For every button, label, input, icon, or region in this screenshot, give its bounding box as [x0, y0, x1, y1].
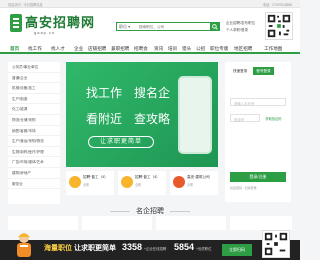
search-button[interactable] [210, 22, 220, 31]
jobseeker-link[interactable]: 个人求职/登录 [226, 28, 255, 33]
nav-item-public[interactable]: 公招 [196, 46, 205, 52]
promo-qr-code-icon [262, 230, 290, 258]
logo-domain: gaap.cn [34, 30, 56, 35]
nav-item-news[interactable]: 资讯 [154, 46, 163, 52]
job-card[interactable]: 招聘·普工（4） 全职 [66, 171, 114, 195]
category-item[interactable]: 化工/能源 [8, 104, 60, 115]
company-logo-icon [121, 176, 133, 188]
promo-bar: 海量职位 让求职更简单 3358 +企业在线招聘 5854 +优质职位 立即扫码 [0, 230, 300, 260]
phone-illustration-icon [178, 76, 212, 154]
job-card-title: 招聘·普工（4） [135, 175, 160, 179]
job-card-tag: 全职 [187, 183, 194, 187]
company-tile[interactable] [230, 216, 292, 230]
tab-quick-login[interactable]: 快速登录 [230, 67, 250, 75]
category-item[interactable]: 生产/制造 [8, 94, 60, 105]
stat-jobs-unit: +优质职位 [196, 247, 212, 251]
category-item[interactable]: 物流/仓储/采购 [8, 115, 60, 126]
category-sidebar: 公务员/事业单位 普通/企业 机械/设备/技工 生产/制造 化工/能源 物流/仓… [8, 62, 60, 204]
company-tile[interactable] [156, 216, 226, 230]
category-item[interactable]: 广告/市场/媒体/艺术 [8, 157, 60, 168]
employer-link[interactable]: 企业招聘/发布职位 [226, 21, 255, 26]
qr-code-icon [265, 12, 293, 40]
nav-item-companies[interactable]: 企业 [74, 46, 83, 52]
worker-illustration-icon [17, 233, 31, 257]
hotline-text: 电话：07997818888 [262, 3, 292, 7]
category-item[interactable]: 生物/制药/医疗/护理 [8, 147, 60, 158]
job-card[interactable]: 高安·建筑公司 全职 [170, 171, 218, 195]
company-logo-icon [173, 176, 185, 188]
job-card-tag: 全职 [83, 183, 90, 187]
promo-headline-b: 让求职更简单 [73, 245, 116, 252]
category-item[interactable]: 生产/营运/采购/物流 [8, 136, 60, 147]
welcome-text: 欢迎访问 · 今日招聘信息 [8, 3, 43, 7]
nav-item-map[interactable]: 工作地图 [264, 46, 282, 52]
carousel-dots[interactable] [134, 160, 149, 167]
promo-headline-a: 海量职位 [44, 245, 72, 252]
logo-mark-icon [10, 14, 22, 32]
nav-item-home[interactable]: 首页 [10, 46, 19, 52]
category-item[interactable]: 建筑/房地产 [8, 168, 60, 179]
banner-cta: 让求职更简单 [88, 136, 154, 148]
famous-companies-title: 名企招聘 [136, 208, 164, 215]
search-scope-select[interactable]: 职位 ▾ [119, 24, 130, 30]
nav-item-region[interactable]: 地区招聘 [234, 46, 252, 52]
nav-item-parttime[interactable]: 兼职招聘 [111, 46, 129, 52]
banner-line-3: 看附近 [86, 112, 123, 126]
job-card-tag: 全职 [135, 183, 142, 187]
search-icon [212, 23, 218, 30]
main-nav: 首页 找工作 找人才 企业 店铺招聘 兼职招聘 招聘会 资讯 培训 猎头 公招 … [0, 44, 300, 54]
hero-banner[interactable]: 找工作 搜名企 看附近 查攻略 让求职更简单 [66, 62, 218, 167]
stat-companies-value: 3358 [122, 242, 143, 252]
category-item[interactable]: 服务业 [8, 179, 60, 190]
company-tile[interactable] [82, 216, 152, 230]
phone-field[interactable]: 请输入手机号 [230, 98, 286, 106]
site-logo[interactable]: 高安招聘网 gaap.cn [10, 12, 94, 38]
category-item[interactable]: 公务员/事业单位 [8, 62, 60, 73]
send-code-button[interactable]: 获取验证码 [261, 114, 286, 122]
login-button[interactable]: 登录/注册 [230, 172, 286, 182]
promo-cta-button[interactable]: 立即扫码 [222, 244, 252, 256]
job-card[interactable]: 招聘·普工（4） 全职 [118, 171, 166, 195]
search-bar: 职位 ▾ [116, 22, 220, 31]
login-panel: 快速登录 账号登录 请输入手机号 验证码 获取验证码 登录/注册 找回密码 · … [225, 62, 291, 202]
category-item[interactable]: 销售/客服/市场 [8, 126, 60, 137]
nav-item-special[interactable]: 职位专版 [210, 46, 228, 52]
banner-line-2: 搜名企 [134, 86, 171, 100]
nav-item-store-jobs[interactable]: 店铺招聘 [88, 46, 106, 52]
category-item[interactable]: 机械/设备/技工 [8, 83, 60, 94]
tab-account-login[interactable]: 账号登录 [253, 67, 274, 75]
nav-item-fair[interactable]: 招聘会 [134, 46, 148, 52]
banner-line-1: 找工作 [86, 86, 123, 100]
category-item[interactable]: 普通/企业 [8, 73, 60, 84]
search-input[interactable] [139, 24, 199, 30]
nav-item-talent[interactable]: 找人才 [51, 46, 65, 52]
header-links: 企业招聘/发布职位 个人求职/登录 [226, 21, 255, 35]
nav-item-headhunt[interactable]: 猎头 [182, 46, 191, 52]
nav-item-training[interactable]: 培训 [168, 46, 177, 52]
header: 高安招聘网 gaap.cn 职位 ▾ 企业招聘/发布职位 个人求职/登录 [0, 8, 300, 44]
job-card-title: 招聘·普工（4） [83, 175, 108, 179]
top-bar: 欢迎访问 · 今日招聘信息 电话：07997818888 [0, 0, 300, 8]
login-footer-links[interactable]: 找回密码 · 扫码登录 [230, 186, 257, 190]
company-logo-icon [69, 176, 81, 188]
banner-line-4: 查攻略 [134, 112, 171, 126]
code-field[interactable]: 验证码 [230, 114, 260, 122]
logo-name: 高安招聘网 [25, 16, 96, 31]
promo-headline: 海量职位 让求职更简单 [44, 243, 116, 253]
stat-companies-unit: +企业在线招聘 [144, 247, 167, 251]
section-title: 名企招聘 [0, 206, 300, 216]
stat-jobs-value: 5854 [174, 242, 195, 252]
login-tabs: 快速登录 账号登录 [230, 67, 276, 75]
job-card-title: 高安·建筑公司 [187, 175, 210, 179]
nav-item-jobs[interactable]: 找工作 [28, 46, 42, 52]
